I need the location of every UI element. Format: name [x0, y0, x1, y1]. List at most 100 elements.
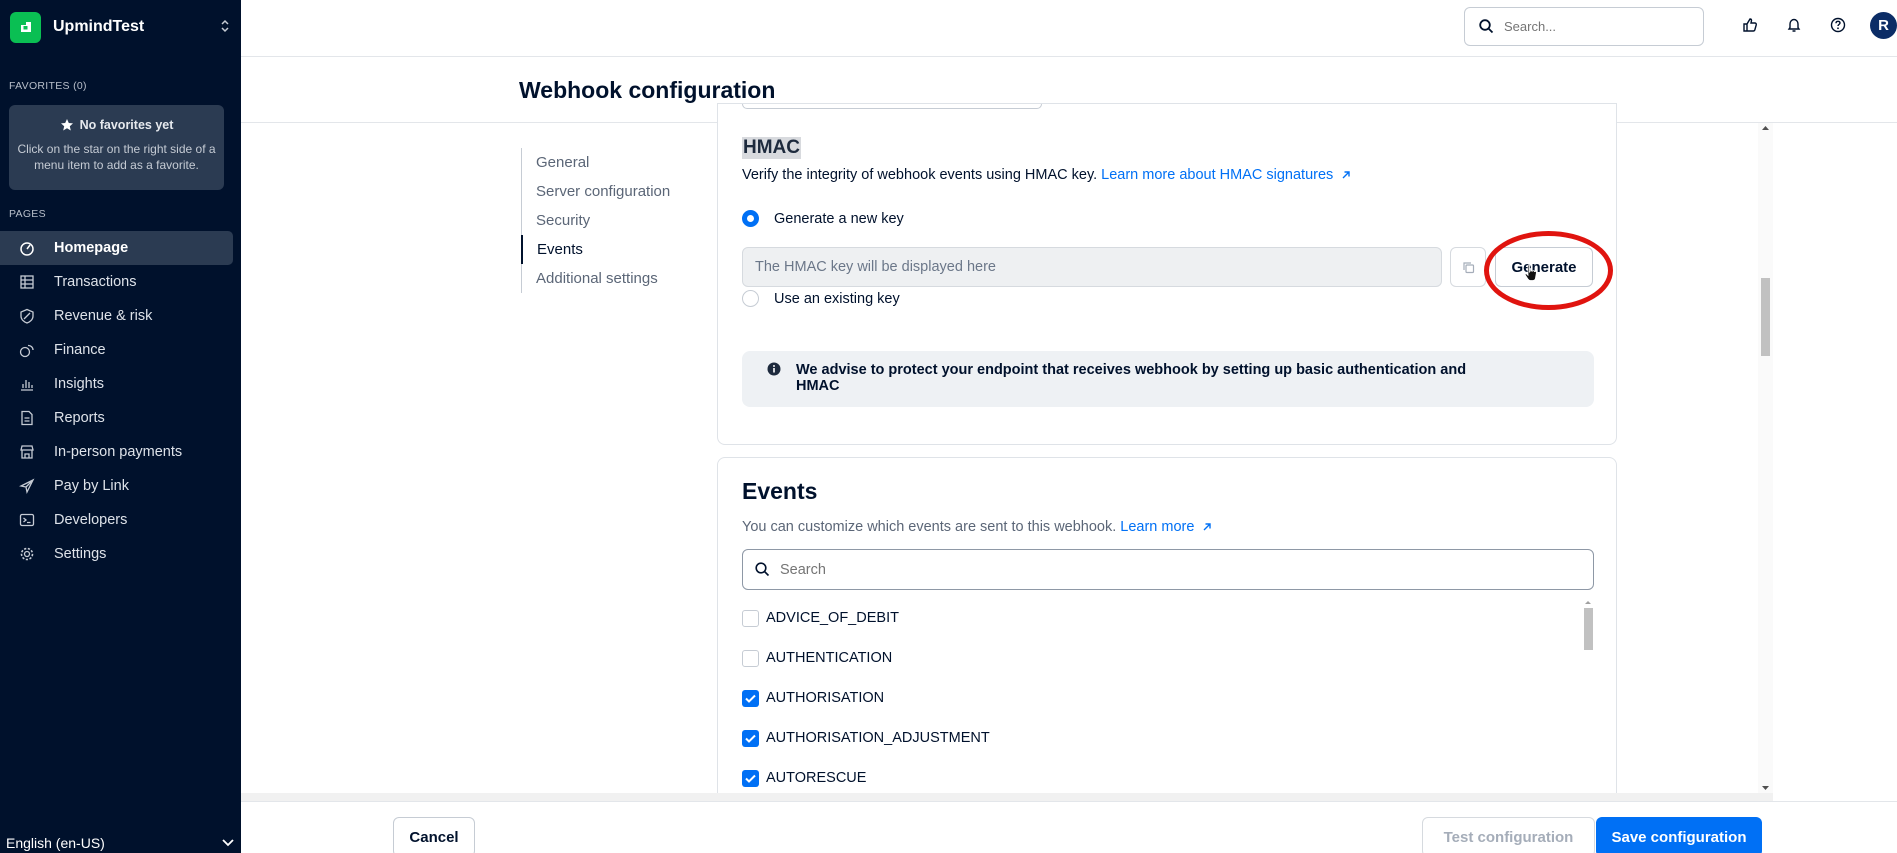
favorites-empty-title: No favorites yet — [79, 118, 174, 132]
external-link-icon — [1341, 170, 1351, 180]
top-bar: R — [241, 0, 1897, 57]
sidebar: UpmindTest FAVORITES (0) No favorites ye… — [0, 0, 241, 853]
event-checkbox[interactable] — [742, 649, 759, 667]
language-label: English (en-US) — [6, 835, 105, 851]
copy-key-button[interactable] — [1450, 247, 1486, 287]
sidebar-item-reports[interactable]: Reports — [0, 401, 233, 435]
sidebar-item-homepage[interactable]: Homepage — [0, 231, 233, 265]
coins-icon — [19, 344, 34, 358]
sidebar-item-pay-by-link[interactable]: Pay by Link — [0, 469, 233, 503]
list-item[interactable]: AUTORESCUE — [742, 758, 1582, 798]
hmac-title: HMAC — [742, 137, 801, 159]
sidebar-item-in-person-payments[interactable]: In-person payments — [0, 435, 233, 469]
sidebar-item-label: Revenue & risk — [54, 308, 153, 324]
sidebar-item-label: Pay by Link — [54, 478, 129, 494]
event-checkbox[interactable] — [742, 729, 759, 747]
check-icon — [745, 734, 756, 743]
section-nav-security[interactable]: Security — [522, 206, 670, 235]
sidebar-item-label: Homepage — [54, 240, 129, 256]
sidebar-item-revenue-risk[interactable]: Revenue & risk — [0, 299, 233, 333]
store-icon — [20, 445, 34, 459]
sidebar-item-transactions[interactable]: Transactions — [0, 265, 233, 299]
generate-key-button[interactable]: Generate — [1495, 247, 1593, 287]
copy-icon — [1462, 261, 1475, 274]
horizontal-scrollbar[interactable] — [241, 793, 1773, 801]
test-configuration-button[interactable]: Test configuration — [1422, 817, 1595, 853]
sidebar-item-label: In-person payments — [54, 444, 183, 460]
save-configuration-button[interactable]: Save configuration — [1596, 817, 1762, 853]
event-label: AUTHORISATION_ADJUSTMENT — [766, 730, 990, 746]
account-switcher[interactable]: UpmindTest — [10, 11, 230, 43]
generate-key-label: Generate a new key — [774, 210, 904, 227]
sidebar-item-label: Insights — [54, 376, 104, 392]
account-name: UpmindTest — [53, 18, 145, 35]
sidebar-item-label: Settings — [54, 546, 107, 562]
document-icon — [21, 410, 33, 426]
section-nav-server-configuration[interactable]: Server configuration — [522, 177, 670, 206]
hmac-section: HMAC Verify the integrity of webhook eve… — [717, 103, 1617, 445]
page-scroll-thumb[interactable] — [1761, 278, 1770, 356]
terminal-icon — [19, 513, 35, 527]
events-learn-more-link[interactable]: Learn more — [1120, 519, 1212, 535]
language-selector[interactable]: English (en-US) — [6, 833, 234, 853]
brand-logo — [10, 11, 41, 43]
chevron-updown-icon — [220, 19, 230, 33]
global-search[interactable] — [1464, 7, 1704, 46]
existing-key-option[interactable]: Use an existing key — [742, 290, 900, 307]
info-icon — [767, 362, 781, 376]
event-checkbox[interactable] — [742, 609, 759, 627]
hmac-learn-more-link[interactable]: Learn more about HMAC signatures — [1101, 167, 1351, 183]
global-search-input[interactable] — [1504, 19, 1684, 34]
user-avatar[interactable]: R — [1870, 12, 1897, 39]
hmac-description-text: Verify the integrity of webhook events u… — [742, 167, 1098, 183]
list-item[interactable]: ADVICE_OF_DEBIT — [742, 598, 1582, 638]
events-list-scroll-thumb[interactable] — [1584, 608, 1593, 650]
event-label: AUTHENTICATION — [766, 650, 893, 666]
hmac-description: Verify the integrity of webhook events u… — [742, 167, 1351, 183]
events-search[interactable] — [742, 549, 1594, 590]
event-checkbox[interactable] — [742, 769, 759, 787]
section-nav-general[interactable]: General — [522, 148, 670, 177]
section-nav-additional-settings[interactable]: Additional settings — [522, 264, 670, 293]
send-icon — [19, 478, 35, 494]
gear-icon — [20, 547, 34, 561]
list-item[interactable]: AUTHENTICATION — [742, 638, 1582, 678]
bar-chart-icon — [21, 380, 33, 391]
list-item[interactable]: AUTHORISATION_ADJUSTMENT — [742, 718, 1582, 758]
home-icon — [20, 242, 34, 256]
footer-actions: Cancel Test configuration Save configura… — [241, 801, 1897, 853]
cancel-button[interactable]: Cancel — [393, 817, 475, 853]
favorites-empty-state: No favorites yet Click on the star on th… — [9, 105, 224, 190]
events-learn-more-label: Learn more — [1120, 519, 1195, 535]
hmac-advice-text: We advise to protect your endpoint that … — [796, 362, 1467, 394]
section-nav-events[interactable]: Events — [521, 235, 670, 264]
event-checkbox[interactable] — [742, 689, 759, 707]
sidebar-item-finance[interactable]: Finance — [0, 333, 233, 367]
generate-key-option[interactable]: Generate a new key — [742, 210, 904, 227]
thumbs-up-icon[interactable] — [1742, 17, 1758, 33]
events-description-text: You can customize which events are sent … — [742, 519, 1117, 535]
event-label: AUTHORISATION — [766, 690, 885, 706]
search-icon — [1479, 19, 1494, 34]
events-list-scrollbar[interactable] — [1582, 598, 1594, 650]
events-section: Events You can customize which events ar… — [717, 457, 1617, 837]
hmac-advice-banner: We advise to protect your endpoint that … — [742, 351, 1594, 407]
sidebar-item-insights[interactable]: Insights — [0, 367, 233, 401]
main-content: General Server configuration Security Ev… — [241, 103, 1897, 837]
help-icon[interactable] — [1830, 17, 1846, 33]
sidebar-item-label: Transactions — [54, 274, 137, 290]
search-icon — [755, 562, 770, 577]
list-item[interactable]: AUTHORISATION — [742, 678, 1582, 718]
events-search-input[interactable] — [780, 561, 1580, 578]
page-scrollbar[interactable] — [1758, 123, 1773, 793]
sidebar-item-developers[interactable]: Developers — [0, 503, 233, 537]
generate-key-radio[interactable] — [742, 210, 759, 227]
sidebar-item-label: Finance — [54, 342, 106, 358]
events-description: You can customize which events are sent … — [742, 519, 1212, 535]
check-icon — [745, 694, 756, 703]
scroll-up-icon — [1585, 601, 1591, 604]
sidebar-item-settings[interactable]: Settings — [0, 537, 233, 571]
bell-icon[interactable] — [1786, 17, 1802, 33]
page-title: Webhook configuration — [519, 77, 776, 103]
existing-key-radio[interactable] — [742, 290, 759, 307]
